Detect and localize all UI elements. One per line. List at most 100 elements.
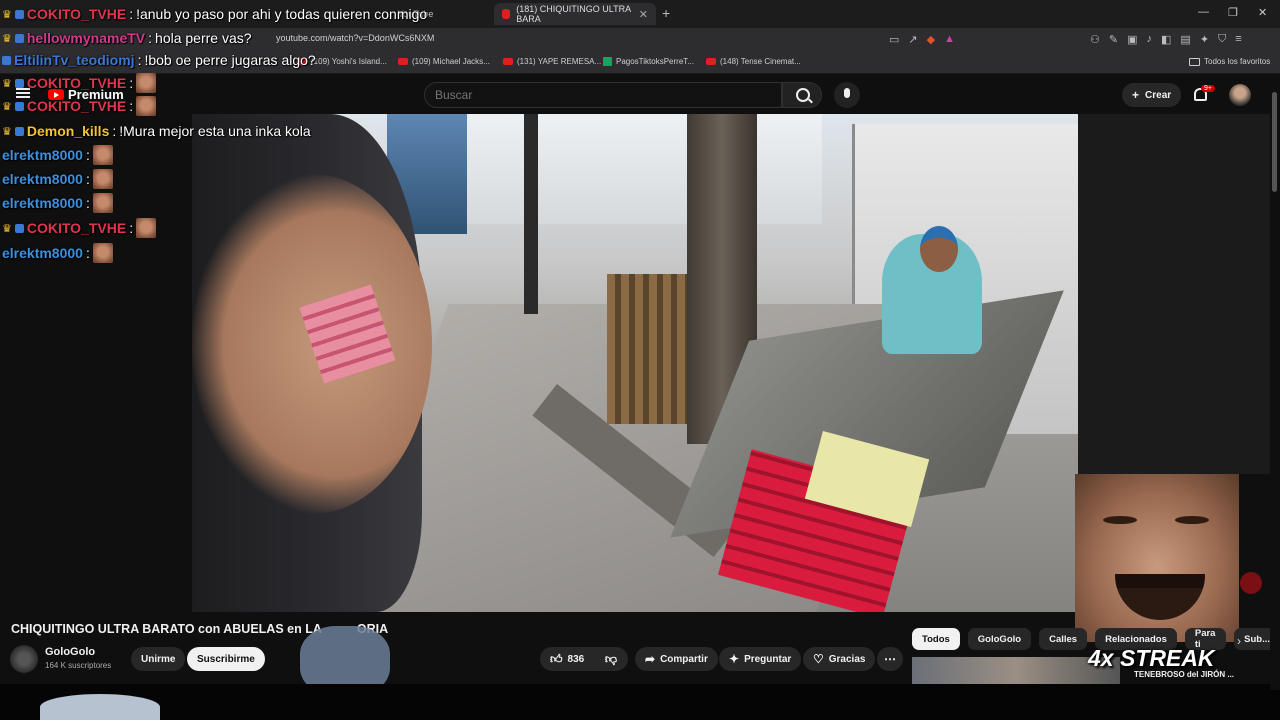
chat-emote-icon bbox=[136, 218, 157, 238]
bookmark-label: (148) Tense Cinemat... bbox=[720, 57, 801, 66]
bookmark-label: PagosTiktoksPerreT... bbox=[616, 57, 694, 66]
app-window: YouTube (181) CHIQUITINGO ULTRA BARA ✕ +… bbox=[0, 0, 1280, 720]
bookmark-item[interactable]: (109) Michael Jacks... bbox=[398, 57, 490, 66]
chat-separator: : bbox=[85, 147, 90, 163]
video-frame bbox=[607, 274, 687, 424]
share-button[interactable]: ➦ Compartir bbox=[635, 647, 718, 671]
link-icon[interactable]: ⚇ bbox=[1090, 33, 1100, 46]
chat-message: elrektm8000: bbox=[2, 192, 113, 214]
chat-message: elrektm8000: bbox=[2, 242, 113, 264]
chat-text: hola perre vas? bbox=[155, 30, 252, 46]
join-button[interactable]: Unirme bbox=[131, 647, 186, 671]
sub-badge-icon bbox=[14, 223, 24, 233]
create-button[interactable]: + Crear bbox=[1122, 83, 1182, 107]
meme-eye bbox=[1103, 516, 1137, 524]
chat-username[interactable]: COKITO_TVHE bbox=[27, 98, 126, 114]
like-button[interactable]: 👍︎ 836 bbox=[540, 647, 595, 671]
youtube-icon bbox=[398, 58, 408, 65]
chevron-right-icon[interactable]: › bbox=[1237, 634, 1241, 648]
chat-username[interactable]: Demon_kills bbox=[27, 123, 109, 139]
chat-username[interactable]: elrektm8000 bbox=[2, 195, 83, 211]
heart-dollar-icon: ♡ bbox=[813, 652, 824, 666]
ask-button[interactable]: ✦ Preguntar bbox=[719, 647, 802, 671]
chip[interactable]: Todos bbox=[912, 628, 960, 650]
bookmark-item[interactable]: PagosTiktoksPerreT... bbox=[603, 57, 694, 66]
thumbs-up-icon: 👍︎ bbox=[550, 652, 563, 666]
notifications-badge: 9+ bbox=[1201, 85, 1215, 92]
streak-label: 4x STREAK bbox=[1088, 645, 1215, 671]
crown-badge-icon: ♛ bbox=[2, 32, 12, 45]
more-actions-button[interactable]: ⋯ bbox=[877, 647, 903, 671]
crown-badge-icon: ♛ bbox=[2, 77, 12, 90]
close-window-icon[interactable]: ✕ bbox=[1258, 6, 1267, 19]
channel-avatar[interactable] bbox=[10, 645, 38, 673]
url-field[interactable]: youtube.com/watch?v=DdonWCs6NXM bbox=[276, 33, 434, 43]
tab-active-video[interactable]: (181) CHIQUITINGO ULTRA BARA ✕ bbox=[494, 3, 656, 25]
search-button[interactable] bbox=[782, 82, 822, 108]
channel-name[interactable]: GoloGolo bbox=[45, 646, 95, 658]
chat-message: EltilinTv_teodiomj: !bob oe perre jugaras… bbox=[2, 49, 316, 71]
chat-username[interactable]: elrektm8000 bbox=[2, 147, 83, 163]
close-tab-icon[interactable]: ✕ bbox=[639, 8, 648, 21]
dislike-button[interactable]: 👎︎ bbox=[594, 647, 628, 671]
chat-emote-icon bbox=[92, 169, 113, 189]
chat-username[interactable]: elrektm8000 bbox=[2, 171, 83, 187]
menu-icon[interactable]: ≡ bbox=[1235, 33, 1241, 46]
bookmark-label: (109) Michael Jacks... bbox=[412, 57, 490, 66]
search-input[interactable] bbox=[424, 82, 782, 108]
sidebar-icon[interactable]: ◧ bbox=[1161, 33, 1171, 46]
subscribe-button[interactable]: Suscribirme bbox=[187, 647, 265, 671]
vpn-icon[interactable]: ⛉ bbox=[1218, 33, 1226, 46]
new-tab-icon[interactable]: + bbox=[662, 5, 670, 21]
chat-separator: : bbox=[112, 123, 117, 139]
youtube-icon bbox=[706, 58, 716, 65]
sub-badge-icon bbox=[14, 33, 24, 43]
chat-username[interactable]: COKITO_TVHE bbox=[27, 75, 126, 91]
account-avatar[interactable] bbox=[1229, 84, 1251, 106]
chip[interactable]: Calles bbox=[1039, 628, 1088, 650]
chat-message: ♛ COKITO_TVHE: !anub yo paso por ahi y tod… bbox=[2, 3, 427, 25]
bookmark-item[interactable]: (131) YAPE REMESA... bbox=[503, 57, 601, 66]
restore-icon[interactable]: ❐ bbox=[1228, 6, 1238, 19]
scrollbar-thumb[interactable] bbox=[1272, 92, 1277, 192]
chat-username[interactable]: hellowmynameTV bbox=[27, 30, 145, 46]
chat-separator: : bbox=[129, 98, 134, 114]
like-count: 836 bbox=[567, 653, 585, 665]
chat-separator: : bbox=[148, 30, 153, 46]
voice-search-button[interactable] bbox=[834, 82, 860, 108]
ai-icon[interactable]: ✦ bbox=[1200, 33, 1209, 46]
screenshot-icon[interactable]: ▣ bbox=[1127, 33, 1137, 46]
chat-username[interactable]: COKITO_TVHE bbox=[27, 220, 126, 236]
extensions-icon[interactable]: ✎ bbox=[1109, 33, 1118, 46]
meme-mouth bbox=[1115, 574, 1205, 620]
chat-separator: : bbox=[85, 195, 90, 211]
video-player[interactable] bbox=[192, 114, 1078, 612]
thumbs-down-icon: 👎︎ bbox=[604, 652, 618, 666]
chat-separator: : bbox=[129, 220, 134, 236]
minimize-icon[interactable]: — bbox=[1198, 6, 1209, 18]
install-icon[interactable]: ▭ bbox=[889, 33, 899, 46]
tab-label: (181) CHIQUITINGO ULTRA BARA bbox=[516, 4, 631, 24]
chat-message: elrektm8000: bbox=[2, 168, 113, 190]
rewards-icon[interactable]: ▲ bbox=[944, 33, 955, 46]
chat-username[interactable]: COKITO_TVHE bbox=[27, 6, 126, 22]
chat-username[interactable]: EltilinTv_teodiomj bbox=[14, 52, 135, 68]
wallet-icon[interactable]: ▤ bbox=[1180, 33, 1190, 46]
sub-badge-icon bbox=[14, 78, 24, 88]
shield-icon[interactable]: ◆ bbox=[927, 33, 935, 46]
chat-message: ♛ COKITO_TVHE: bbox=[2, 217, 157, 239]
bookmark-label: (131) YAPE REMESA... bbox=[517, 57, 602, 66]
share-page-icon[interactable]: ↗ bbox=[908, 33, 917, 46]
chat-emote-icon bbox=[92, 243, 113, 263]
chat-message: ♛ COKITO_TVHE: bbox=[2, 72, 157, 94]
meme-eye bbox=[1175, 516, 1209, 524]
thanks-button[interactable]: ♡ Gracias bbox=[803, 647, 876, 671]
chat-separator: : bbox=[129, 6, 134, 22]
chip[interactable]: GoloGolo bbox=[967, 628, 1032, 650]
bookmarks-folder[interactable]: Todos los favoritos bbox=[1189, 57, 1270, 66]
chat-separator: : bbox=[137, 52, 142, 68]
chat-username[interactable]: elrektm8000 bbox=[2, 245, 83, 261]
music-icon[interactable]: ♪ bbox=[1147, 33, 1153, 46]
sub-badge-icon bbox=[14, 126, 24, 136]
bookmark-item[interactable]: (148) Tense Cinemat... bbox=[706, 57, 801, 66]
